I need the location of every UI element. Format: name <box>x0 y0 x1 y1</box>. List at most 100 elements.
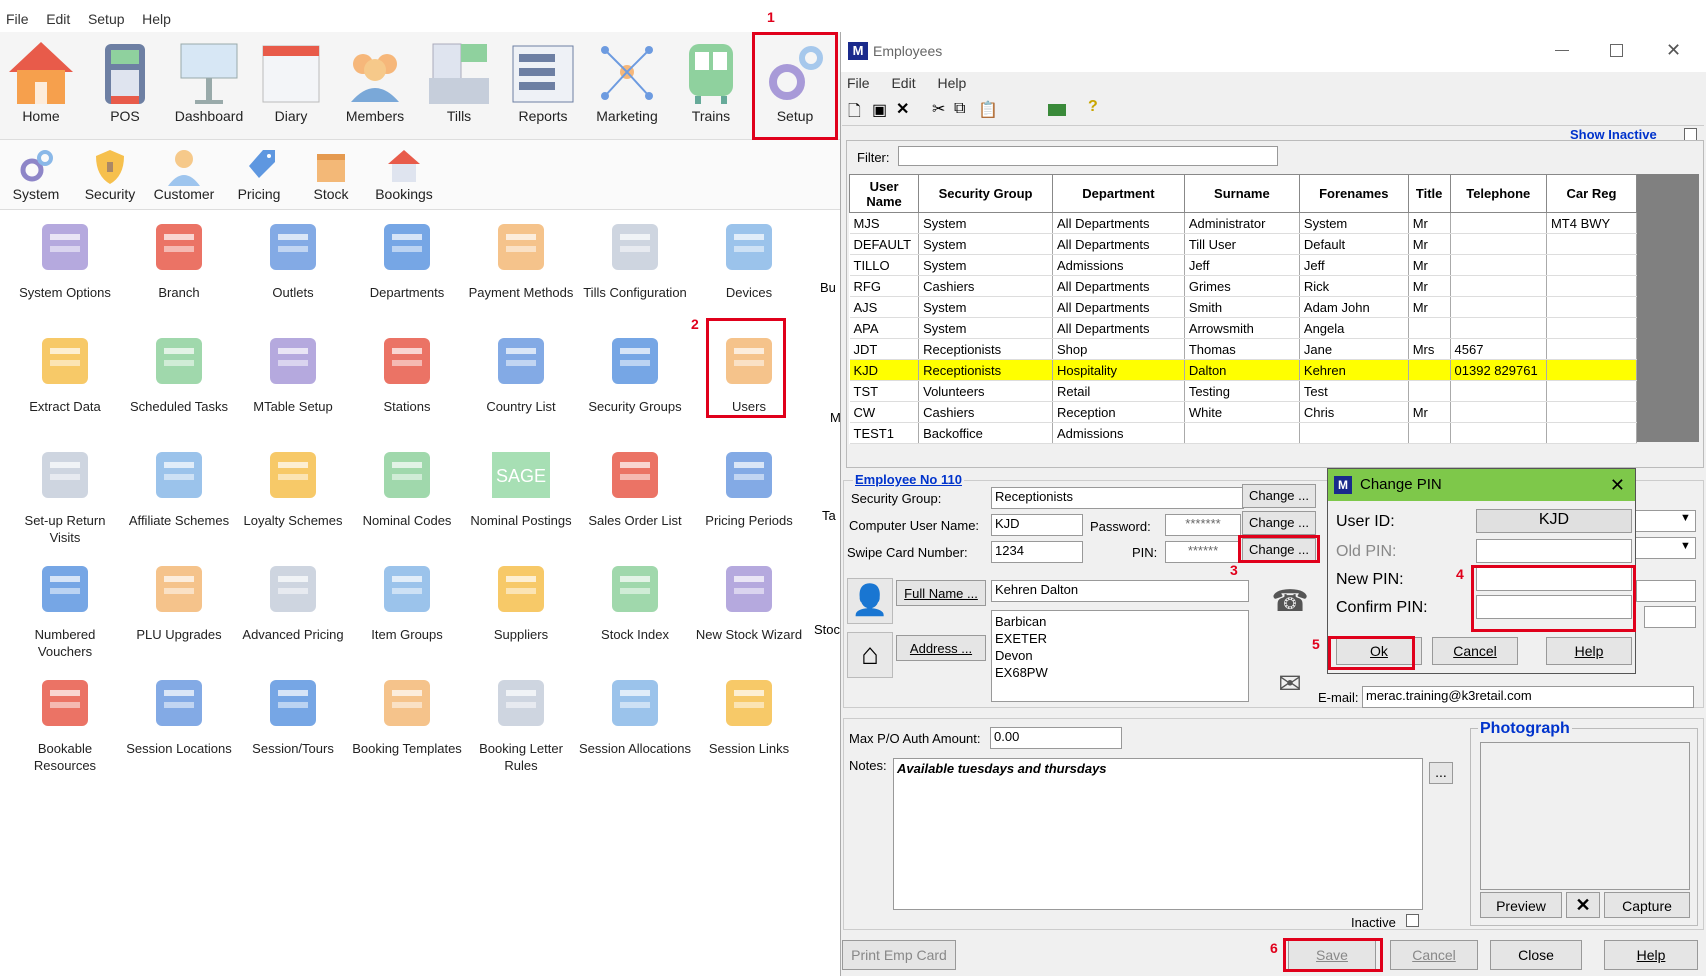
address-button[interactable]: Address ... <box>896 635 986 661</box>
capture-button[interactable]: Capture <box>1604 892 1690 918</box>
delete-x-icon[interactable]: ✕ <box>896 99 909 119</box>
setup-tile-session-links[interactable]: Session Links <box>692 672 806 757</box>
table-row[interactable]: TEST1 Backoffice Admissions <box>849 422 1638 444</box>
new-pin-field[interactable] <box>1476 567 1632 591</box>
dialog-cancel-button[interactable]: Cancel <box>1432 637 1518 665</box>
setup-tile-session-allocations[interactable]: Session Allocations <box>578 672 692 757</box>
setup-tile-numbered-vouchers[interactable]: Numbered Vouchers <box>8 558 122 660</box>
column-header[interactable]: User Name <box>848 174 920 213</box>
setup-tile-booking-templates[interactable]: Booking Templates <box>350 672 464 757</box>
help-button[interactable]: Help <box>1604 940 1698 970</box>
password-field[interactable]: ******* <box>1165 514 1241 536</box>
dropdown-arrow-icon[interactable]: ▼ <box>1680 512 1691 524</box>
setup-tile-country-list[interactable]: Country List <box>464 330 578 415</box>
dialog-close-icon[interactable]: ✕ <box>1610 469 1625 501</box>
table-row[interactable]: TST Volunteers Retail Testing Test <box>849 380 1638 402</box>
ribbon-reports[interactable]: Reports <box>504 38 582 124</box>
address-box[interactable]: Barbican EXETER Devon EX68PW <box>991 610 1249 702</box>
setup-tile-nominal-postings[interactable]: SAGE Nominal Postings <box>464 444 578 529</box>
setup-tile-tills-configuration[interactable]: Tills Configuration <box>578 216 692 301</box>
preview-button[interactable]: Preview <box>1480 892 1562 918</box>
close-icon[interactable]: ✕ <box>1666 40 1681 61</box>
setup-tile-booking-letter-rules[interactable]: Booking Letter Rules <box>464 672 578 774</box>
dialog-help-button[interactable]: Help <box>1546 637 1632 665</box>
ribbon-marketing[interactable]: Marketing <box>588 38 666 124</box>
tab-pricing[interactable]: Pricing <box>232 146 286 202</box>
setup-tile-new-stock-wizard[interactable]: New Stock Wizard <box>692 558 806 643</box>
hidden-field-4[interactable] <box>1644 606 1696 628</box>
table-row[interactable]: RFG Cashiers All Departments Grimes Rick Mr <box>849 275 1638 297</box>
setup-tile-set-up-return-visits[interactable]: Set-up Return Visits <box>8 444 122 546</box>
ribbon-pos[interactable]: POS <box>86 38 164 124</box>
pin-field[interactable]: ****** <box>1165 541 1241 563</box>
setup-tile-security-groups[interactable]: Security Groups <box>578 330 692 415</box>
setup-tile-outlets[interactable]: Outlets <box>236 216 350 301</box>
win-menu-edit[interactable]: Edit <box>891 75 915 91</box>
tab-stock[interactable]: Stock <box>308 146 354 202</box>
confirm-pin-field[interactable] <box>1476 595 1632 619</box>
menu-setup[interactable]: Setup <box>88 11 125 27</box>
column-header[interactable]: Forenames <box>1298 174 1409 213</box>
setup-tile-item-groups[interactable]: Item Groups <box>350 558 464 643</box>
print-emp-card-button[interactable]: Print Emp Card <box>842 940 956 970</box>
hidden-field-3[interactable] <box>1636 580 1696 602</box>
table-row[interactable]: TILLO System Admissions Jeff Jeff Mr <box>849 254 1638 276</box>
table-row[interactable]: AJS System All Departments Smith Adam John Mr <box>849 296 1638 318</box>
full-name-field[interactable]: Kehren Dalton <box>991 580 1249 602</box>
win-menu-help[interactable]: Help <box>937 75 966 91</box>
paste-icon[interactable]: 📋 <box>978 100 998 120</box>
save-button[interactable]: Save <box>1288 940 1376 970</box>
help-question-icon[interactable]: ? <box>1088 98 1098 116</box>
maximize-icon[interactable] <box>1610 44 1623 57</box>
swipe-card-field[interactable]: 1234 <box>991 541 1083 563</box>
ribbon-trains[interactable]: Trains <box>672 38 750 124</box>
notes-textarea[interactable]: Available tuesdays and thursdays <box>893 758 1423 910</box>
setup-tile-payment-methods[interactable]: Payment Methods <box>464 216 578 301</box>
cancel-button[interactable]: Cancel <box>1390 940 1478 970</box>
email-field[interactable]: merac.training@k3retail.com <box>1362 686 1694 708</box>
ribbon-dashboard[interactable]: Dashboard <box>170 38 248 124</box>
column-header[interactable]: Title <box>1407 174 1451 213</box>
setup-tile-stock-index[interactable]: Stock Index <box>578 558 692 643</box>
change-password-button[interactable]: Change ... <box>1242 511 1316 535</box>
cut-icon[interactable]: ✂ <box>932 99 945 119</box>
setup-tile-users[interactable]: Users <box>692 330 806 415</box>
setup-tile-pricing-periods[interactable]: Pricing Periods <box>692 444 806 529</box>
ribbon-diary[interactable]: Diary <box>252 38 330 124</box>
tab-bookings[interactable]: Bookings <box>372 146 436 202</box>
setup-tile-branch[interactable]: Branch <box>122 216 236 301</box>
setup-tile-extract-data[interactable]: Extract Data <box>8 330 122 415</box>
close-button[interactable]: Close <box>1490 940 1582 970</box>
notes-more-button[interactable]: ... <box>1429 762 1453 784</box>
setup-tile-loyalty-schemes[interactable]: Loyalty Schemes <box>236 444 350 529</box>
setup-tile-sales-order-list[interactable]: Sales Order List <box>578 444 692 529</box>
new-file-icon[interactable]: 🗋 <box>848 100 861 127</box>
table-row[interactable]: APA System All Departments Arrowsmith Angela <box>849 317 1638 339</box>
column-header[interactable]: Car Reg <box>1545 174 1638 213</box>
table-row[interactable]: DEFAULT System All Departments Till User Def… <box>849 233 1638 255</box>
dropdown-arrow-icon[interactable]: ▼ <box>1680 540 1691 552</box>
setup-tile-system-options[interactable]: System Options <box>8 216 122 301</box>
dialog-ok-button[interactable]: Ok <box>1336 637 1422 665</box>
save-disk-icon[interactable]: ▣ <box>872 100 887 120</box>
win-menu-file[interactable]: File <box>847 75 870 91</box>
employee-number-link[interactable]: Employee No 110 <box>853 472 964 487</box>
ribbon-members[interactable]: Members <box>336 38 414 124</box>
ribbon-tills[interactable]: Tills <box>420 38 498 124</box>
security-group-field[interactable]: Receptionists <box>991 487 1244 509</box>
tab-customer[interactable]: Customer <box>150 146 218 202</box>
column-header[interactable]: Department <box>1052 174 1185 213</box>
setup-tile-nominal-codes[interactable]: Nominal Codes <box>350 444 464 529</box>
inactive-checkbox[interactable] <box>1406 914 1419 927</box>
setup-tile-bookable-resources[interactable]: Bookable Resources <box>8 672 122 774</box>
change-pin-button[interactable]: Change ... <box>1242 538 1316 562</box>
tab-security[interactable]: Security <box>80 146 140 202</box>
full-name-button[interactable]: Full Name ... <box>896 580 986 606</box>
setup-tile-affiliate-schemes[interactable]: Affiliate Schemes <box>122 444 236 529</box>
card-icon[interactable] <box>1048 104 1066 116</box>
setup-tile-session-tours[interactable]: Session/Tours <box>236 672 350 757</box>
setup-tile-departments[interactable]: Departments <box>350 216 464 301</box>
setup-tile-advanced-pricing[interactable]: Advanced Pricing <box>236 558 350 643</box>
change-security-group-button[interactable]: Change ... <box>1242 484 1316 508</box>
minimize-icon[interactable] <box>1555 50 1569 51</box>
